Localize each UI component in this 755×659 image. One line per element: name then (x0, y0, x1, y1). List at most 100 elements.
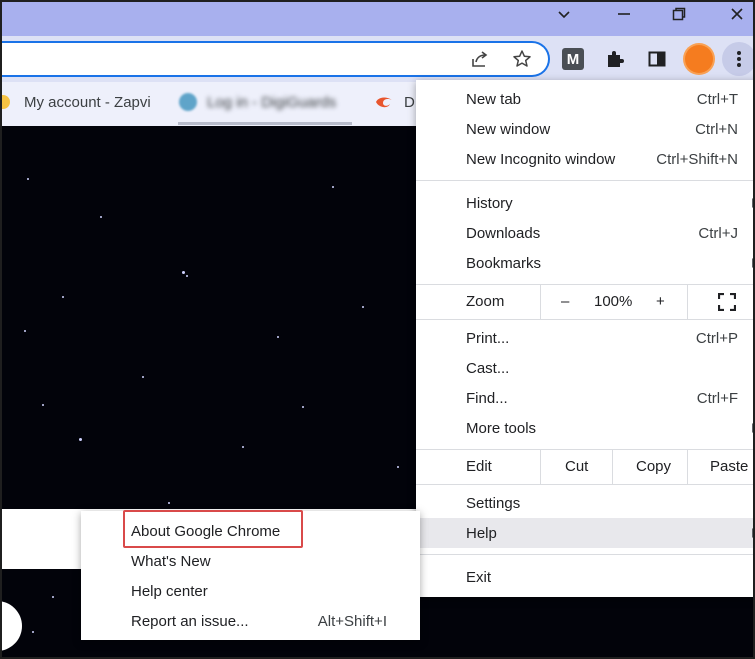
bookmark-favicon-icon (2, 95, 10, 109)
more-menu-icon[interactable] (722, 42, 753, 76)
star (52, 596, 54, 598)
menu-item-settings[interactable]: Settings (416, 488, 753, 518)
menu-item-exit[interactable]: Exit (416, 562, 753, 592)
bookmark-label: D (404, 93, 415, 111)
menu-row-zoom: Zoom – 100% + (416, 285, 753, 319)
menu-item-label: Zoom (466, 293, 505, 310)
menu-item-shortcut: Ctrl+N (695, 120, 738, 138)
zoom-level-value: 100% (594, 293, 633, 310)
menu-item-label: Print... (466, 329, 510, 347)
star (142, 376, 144, 378)
close-icon[interactable] (715, 2, 753, 26)
share-icon[interactable] (465, 44, 495, 74)
fullscreen-icon[interactable] (717, 292, 737, 315)
chevron-down-icon[interactable] (542, 2, 586, 26)
bookmark-item-digiguards[interactable]: Log in - DigiGuards (179, 82, 336, 122)
menu-item-downloads[interactable]: Downloads Ctrl+J (416, 218, 753, 248)
menu-item-label: Cast... (466, 359, 510, 377)
zoom-out-button[interactable]: – (561, 293, 569, 310)
menu-divider (687, 285, 688, 319)
bookmark-label: My account - Zapvi (24, 93, 151, 111)
menu-item-history[interactable]: History (416, 188, 753, 218)
menu-item-label: Help (466, 524, 497, 542)
submenu-item-help-center[interactable]: Help center (81, 577, 420, 607)
menu-item-new-window[interactable]: New window Ctrl+N (416, 114, 753, 144)
restore-icon[interactable] (657, 2, 701, 26)
menu-item-label: Exit (466, 568, 492, 586)
star (182, 271, 185, 274)
zoom-in-button[interactable]: + (656, 293, 665, 310)
menu-item-bookmarks[interactable]: Bookmarks (416, 248, 753, 278)
chrome-main-menu: New tab Ctrl+T New window Ctrl+N New Inc… (416, 80, 753, 597)
bookmark-star-icon[interactable] (507, 44, 537, 74)
menu-item-label: Settings (466, 494, 521, 512)
menu-item-label: Report an issue... (131, 613, 249, 630)
circle-graphic (2, 601, 22, 651)
extension-m-icon[interactable]: M (558, 44, 588, 74)
semrush-flame-icon (376, 97, 392, 108)
menu-item-help[interactable]: Help (416, 518, 753, 548)
menu-item-label: What's New (131, 553, 211, 570)
menu-item-find[interactable]: Find... Ctrl+F (416, 383, 753, 413)
menu-item-label: Help center (131, 583, 208, 600)
menu-divider (416, 180, 753, 181)
menu-item-label: Find... (466, 389, 508, 407)
menu-divider (540, 285, 541, 319)
edit-cut-button[interactable]: Cut (565, 458, 588, 475)
minimize-icon[interactable] (602, 2, 646, 26)
menu-item-label: New Incognito window (466, 150, 616, 168)
menu-divider (416, 484, 753, 485)
menu-item-label: More tools (466, 419, 537, 437)
star (397, 466, 399, 468)
menu-item-label: Edit (466, 458, 492, 475)
star (62, 296, 64, 298)
menu-item-more-tools[interactable]: More tools (416, 413, 753, 443)
menu-item-shortcut: Ctrl+F (696, 389, 738, 407)
menu-item-shortcut: Ctrl+Shift+N (656, 150, 738, 168)
extensions-puzzle-icon[interactable] (600, 44, 630, 74)
menu-item-shortcut: Alt+Shift+I (317, 613, 387, 630)
browser-toolbar: M (2, 36, 753, 82)
menu-item-new-incognito[interactable]: New Incognito window Ctrl+Shift+N (416, 144, 753, 174)
profile-avatar[interactable] (685, 45, 713, 73)
menu-divider (612, 450, 613, 484)
star (277, 336, 279, 338)
annotation-highlight-box (123, 510, 303, 548)
menu-item-shortcut: Ctrl+P (695, 329, 738, 347)
bookmark-item-d[interactable]: D (374, 82, 415, 122)
star (24, 330, 26, 332)
menu-item-label: History (466, 194, 513, 212)
edit-paste-button[interactable]: Paste (710, 458, 748, 475)
menu-divider (416, 554, 753, 555)
menu-item-label: Downloads (466, 224, 541, 242)
menu-item-label: New tab (466, 90, 522, 108)
bookmark-label: Log in - DigiGuards (207, 93, 337, 111)
side-panel-icon[interactable] (642, 44, 672, 74)
star (362, 306, 364, 308)
submenu-item-whats-new[interactable]: What's New (81, 547, 420, 577)
star (79, 438, 82, 441)
menu-item-new-tab[interactable]: New tab Ctrl+T (416, 84, 753, 114)
star (242, 446, 244, 448)
globe-icon (179, 93, 197, 111)
bookmark-item-zapvi[interactable]: My account - Zapvi (2, 82, 151, 122)
menu-item-label: New window (466, 120, 551, 138)
menu-row-edit: Edit Cut Copy Paste (416, 450, 753, 484)
menu-item-cast[interactable]: Cast... (416, 353, 753, 383)
edit-copy-button[interactable]: Copy (636, 458, 671, 475)
menu-item-print[interactable]: Print... Ctrl+P (416, 323, 753, 353)
menu-divider (687, 450, 688, 484)
extension-m-letter: M (562, 48, 584, 70)
menu-item-label: Bookmarks (466, 254, 542, 272)
star (32, 631, 34, 633)
star (186, 275, 188, 277)
star (332, 186, 334, 188)
menu-divider (540, 450, 541, 484)
menu-divider (416, 319, 753, 320)
bookmark-underline (178, 122, 352, 125)
star (302, 406, 304, 408)
star (168, 502, 170, 504)
menu-item-shortcut: Ctrl+T (696, 90, 738, 108)
screenshot-frame: M My account - Zapvi Log in - DigiGuards… (0, 0, 755, 659)
submenu-item-report-issue[interactable]: Report an issue... Alt+Shift+I (81, 607, 420, 637)
